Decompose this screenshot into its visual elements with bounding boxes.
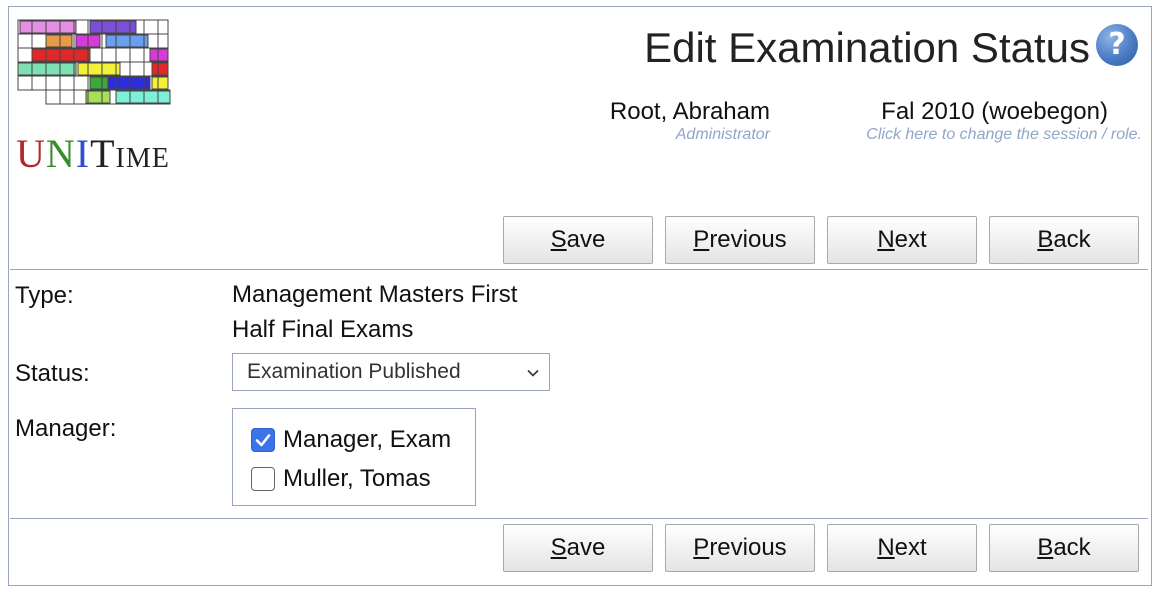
next-button[interactable]: Next [827, 216, 977, 264]
change-session-link[interactable]: Click here to change the session / role. [866, 126, 1142, 144]
status-label: Status: [15, 360, 90, 387]
type-label: Type: [15, 282, 74, 309]
chevron-down-icon [527, 369, 539, 377]
logo-wordmark: UNITime [16, 132, 170, 176]
type-value: Management Masters First Half Final Exam… [232, 281, 518, 343]
unitime-logo[interactable]: UNITime [16, 18, 174, 178]
logo-letter-i: I [75, 131, 91, 176]
manager-list: Manager, Exam Muller, Tomas [232, 408, 476, 506]
help-icon[interactable]: ? [1096, 24, 1138, 66]
logo-letter-u: U [16, 131, 46, 176]
previous-button[interactable]: Previous [665, 216, 815, 264]
next-button[interactable]: Next [827, 524, 977, 572]
checkmark-icon [255, 434, 271, 447]
logo-timetable-grid [17, 19, 171, 105]
page-title: Edit Examination Status [644, 24, 1090, 71]
user-name: Root, Abraham [609, 98, 770, 125]
save-button[interactable]: Save [503, 524, 653, 572]
user-role: Administrator [675, 126, 770, 143]
manager-option-label: Muller, Tomas [283, 465, 431, 492]
status-select[interactable]: Examination Published [232, 353, 550, 391]
logo-letter-n: N [45, 131, 76, 176]
checkbox-checked[interactable] [251, 428, 275, 452]
top-divider [10, 269, 1148, 270]
bottom-divider [10, 518, 1148, 519]
session-name[interactable]: Fal 2010 (woebegon) [881, 98, 1108, 126]
manager-option-label: Manager, Exam [283, 426, 452, 453]
bottom-button-bar: Save Previous Next Back [0, 524, 1160, 574]
previous-button[interactable]: Previous [665, 524, 815, 572]
manager-option[interactable]: Manager, Exam [251, 425, 451, 455]
manager-option[interactable]: Muller, Tomas [251, 464, 431, 494]
back-button[interactable]: Back [989, 524, 1139, 572]
page-frame [8, 6, 1152, 586]
status-selected-value: Examination Published [247, 360, 461, 383]
save-button[interactable]: Save [503, 216, 653, 264]
logo-word-time: Time [90, 131, 170, 176]
manager-label: Manager: [15, 415, 117, 442]
back-button[interactable]: Back [989, 216, 1139, 264]
checkbox-unchecked[interactable] [251, 467, 275, 491]
top-button-bar: Save Previous Next Back [0, 216, 1160, 266]
